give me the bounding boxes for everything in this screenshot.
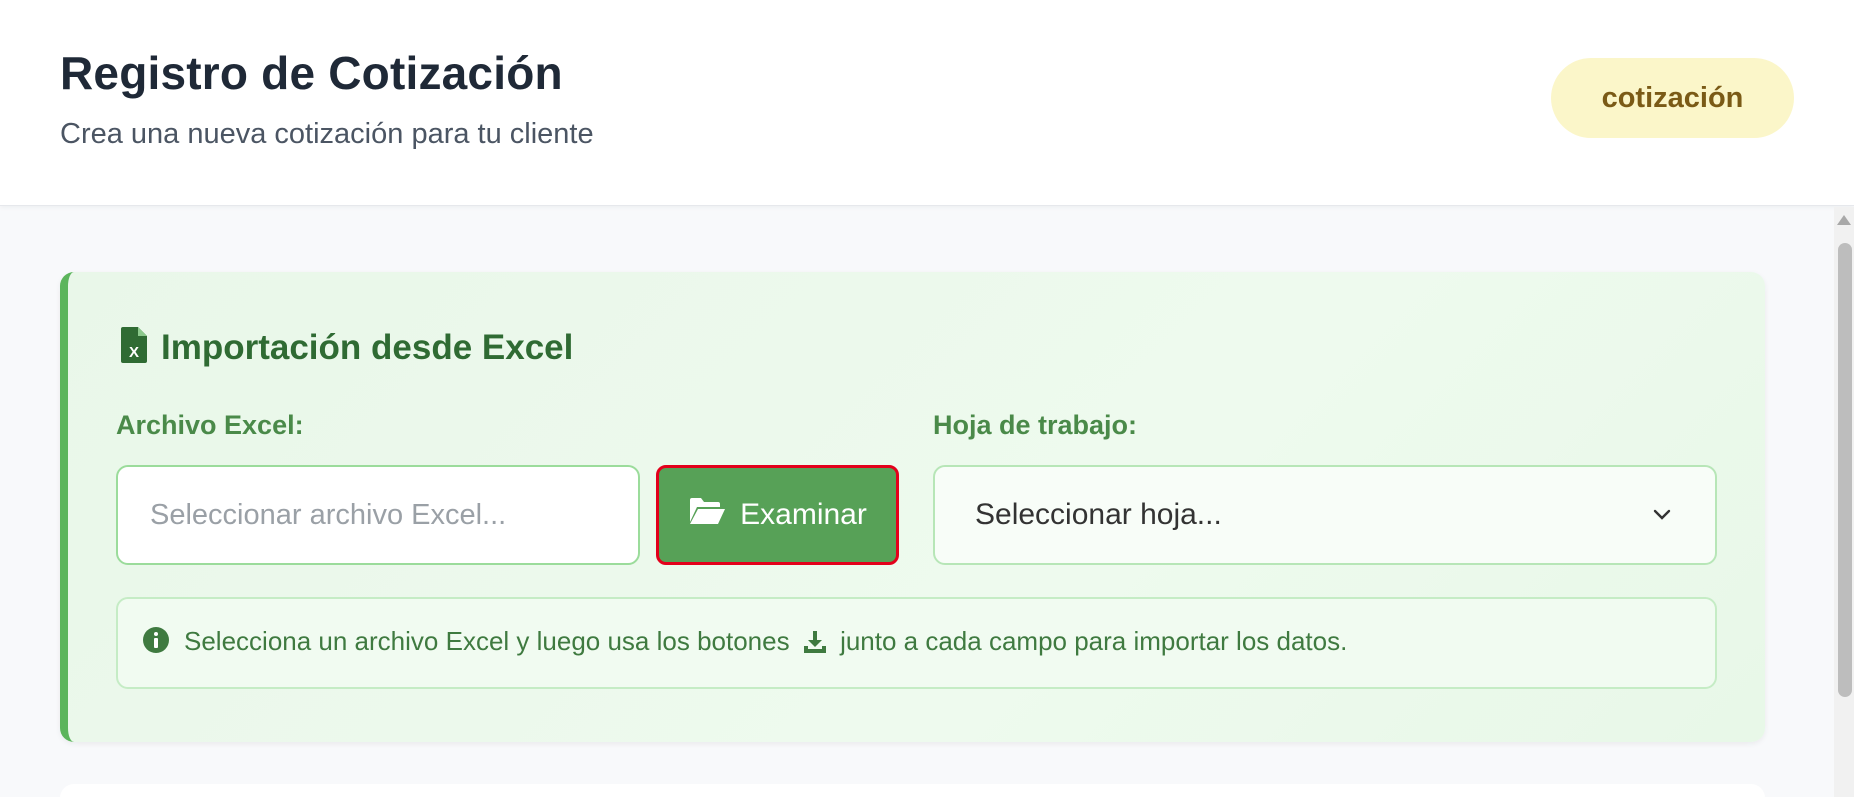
folder-open-icon — [688, 496, 726, 534]
sheet-select[interactable]: Seleccionar hoja... — [933, 465, 1717, 565]
sheet-label: Hoja de trabajo: — [933, 410, 1138, 440]
scrollbar-thumb[interactable] — [1838, 243, 1852, 697]
card-header: X Importación desde Excel — [121, 327, 573, 368]
info-text: Selecciona un archivo Excel y luego usa … — [184, 626, 1347, 661]
browse-button[interactable]: Examinar — [656, 465, 899, 565]
excel-import-card: X Importación desde Excel Archivo Excel:… — [60, 272, 1765, 742]
page-title: Registro de Cotización — [60, 47, 563, 99]
scroll-up-arrow-icon[interactable] — [1837, 215, 1851, 225]
next-section-card — [60, 784, 1765, 797]
vertical-scrollbar[interactable] — [1834, 207, 1854, 797]
main-content: X Importación desde Excel Archivo Excel:… — [0, 207, 1834, 797]
file-excel-icon: X — [121, 327, 147, 368]
sheet-select-value: Seleccionar hoja... — [975, 498, 1222, 531]
info-circle-icon — [142, 626, 170, 661]
page-subtitle: Crea una nueva cotización para tu client… — [60, 118, 594, 150]
excel-file-input[interactable] — [116, 465, 640, 565]
download-icon — [803, 630, 827, 661]
chevron-down-icon — [1649, 502, 1675, 528]
card-title: Importación desde Excel — [161, 327, 574, 367]
svg-text:X: X — [129, 344, 139, 361]
info-text-after: junto a cada campo para importar los dat… — [840, 625, 1348, 656]
file-label: Archivo Excel: — [116, 410, 304, 440]
info-text-before: Selecciona un archivo Excel y luego usa … — [184, 625, 790, 656]
info-message: Selecciona un archivo Excel y luego usa … — [116, 597, 1717, 689]
status-badge: cotización — [1551, 58, 1794, 138]
browse-button-label: Examinar — [740, 498, 867, 531]
page-header: Registro de Cotización Crea una nueva co… — [0, 0, 1854, 206]
